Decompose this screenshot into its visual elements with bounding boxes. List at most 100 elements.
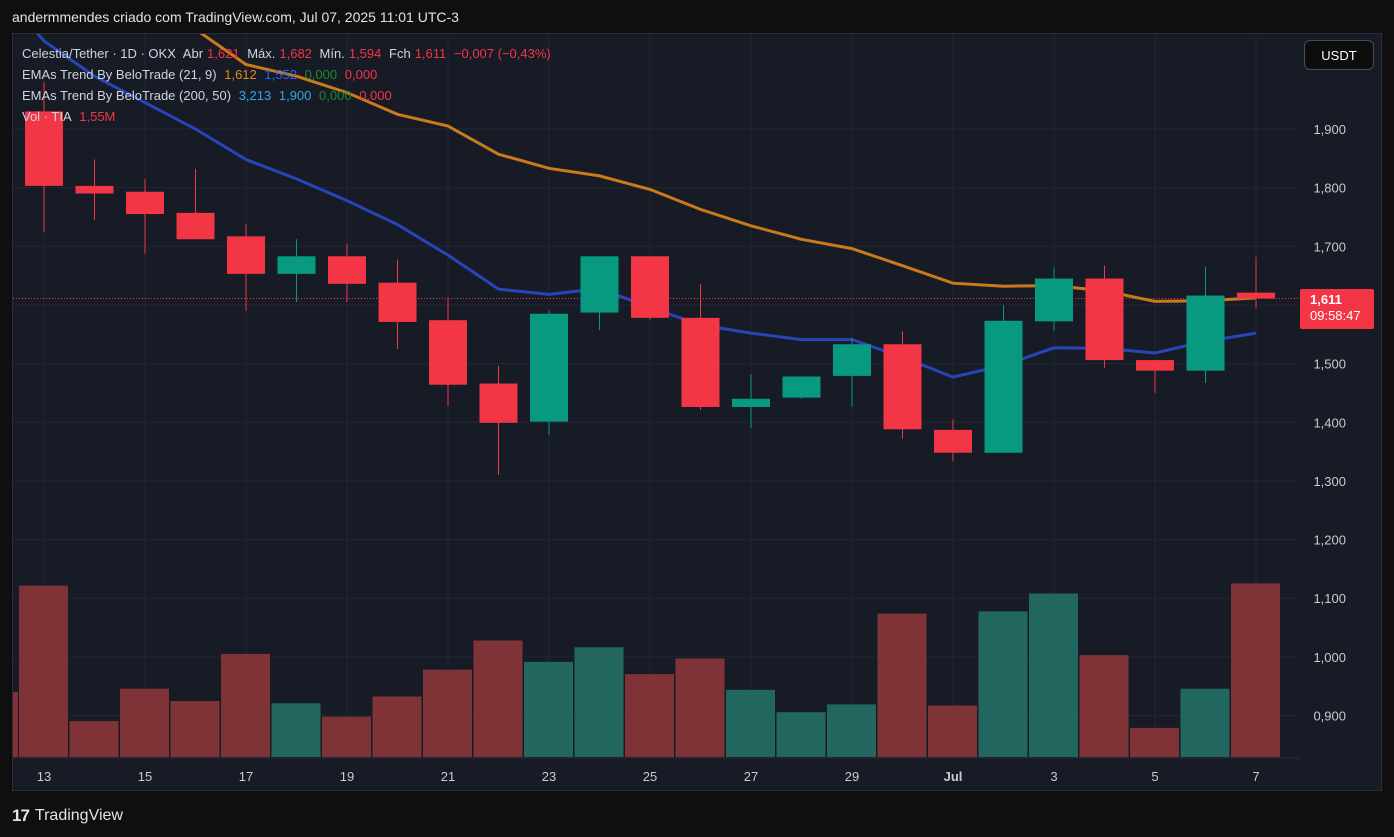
legend-open-label: Abr: [182, 46, 204, 61]
volume-bar: [776, 712, 826, 757]
price-tick-label: 1,000: [1313, 650, 1346, 665]
candle-body: [580, 256, 619, 313]
time-tick-label: 17: [239, 769, 253, 784]
time-tick-label: 23: [542, 769, 556, 784]
candle-body: [1035, 278, 1073, 322]
currency-button[interactable]: USDT: [1304, 40, 1374, 70]
candle-body: [631, 256, 669, 318]
volume-bar: [877, 613, 927, 757]
plot-area[interactable]: [12, 0, 1300, 757]
time-tick-label: 27: [744, 769, 758, 784]
candle-body: [681, 317, 720, 408]
time-tick-label: 29: [845, 769, 859, 784]
candle-body: [934, 429, 972, 453]
volume-bar: [928, 705, 977, 757]
last-price-value: 1,611: [1310, 292, 1342, 307]
legend-symbol: Celestia/Tether · 1D · OKX: [22, 46, 176, 61]
price-tick-label: 1,900: [1313, 122, 1346, 137]
volume-bar: [69, 721, 119, 757]
tradingview-brand: TradingView: [34, 807, 123, 824]
time-tick-label: Jul: [944, 769, 963, 784]
candle-body: [1085, 278, 1124, 361]
volume-bar: [170, 701, 220, 757]
legend-low-value: 1,594: [348, 46, 382, 61]
candle-body: [176, 212, 215, 240]
price-tick-label: 0,900: [1313, 709, 1346, 724]
legend-open-value: 1,621: [207, 46, 240, 61]
volume-bar: [1180, 688, 1230, 757]
volume-bar: [1130, 727, 1179, 757]
legend-high-value: 1,682: [279, 46, 312, 61]
time-tick-label: 3: [1050, 769, 1057, 784]
legend-close-value: 1,611: [414, 46, 447, 61]
legend-ema2-v3: 0,000: [319, 88, 352, 103]
candle-body: [530, 313, 568, 422]
volume-bar: [221, 653, 270, 757]
legend-low-label: Mín.: [319, 46, 345, 61]
volume-bar: [423, 669, 472, 757]
candle-body: [984, 320, 1023, 453]
volume-bar: [13, 692, 18, 757]
volume-bar: [473, 640, 523, 757]
price-chart-svg[interactable]: 1,9001,8001,7001,6001,5001,4001,3001,200…: [0, 0, 1394, 837]
price-tick-label: 1,200: [1313, 533, 1346, 548]
candle-body: [126, 191, 164, 215]
candle-body: [732, 398, 770, 408]
volume-bar: [524, 661, 573, 757]
legend-ema1-v3: 0,000: [304, 67, 338, 82]
tradingview-logo[interactable]: 17 TradingView: [12, 806, 123, 826]
volume-bar: [978, 611, 1028, 757]
volume-bar: [574, 647, 624, 757]
last-price-tag: 1,611 09:58:47: [1300, 289, 1374, 329]
legend-ema1-v4: 0,000: [344, 67, 378, 82]
volume-bar: [625, 674, 674, 757]
volume-bar: [1079, 655, 1129, 757]
legend-ema1-v1: 1,612: [224, 67, 257, 82]
candle-body: [782, 376, 821, 398]
time-tick-label: 19: [340, 769, 354, 784]
time-tick-label: 13: [37, 769, 51, 784]
legend-volume-value: 1,55M: [79, 109, 116, 124]
legend-volume-line[interactable]: Vol · TIA 1,55M: [22, 109, 119, 124]
candle-body: [227, 236, 265, 274]
price-tick-label: 1,700: [1313, 239, 1346, 254]
candle-body: [429, 320, 467, 385]
tradingview-mark-icon: 17: [12, 806, 30, 825]
legend-ema2-v1: 3,213: [238, 88, 272, 103]
legend-symbol-line: Celestia/Tether · 1D · OKX Abr 1,621 Máx.…: [22, 46, 555, 61]
candle-body: [328, 256, 366, 284]
candle-body: [1237, 292, 1275, 299]
volume-bar: [726, 689, 775, 757]
legend-ema1-line[interactable]: EMAs Trend By BeloTrade (21, 9) 1,612 1,…: [22, 67, 381, 82]
ema-fast-line: [35, 34, 1257, 379]
time-tick-label: 15: [138, 769, 152, 784]
time-tick-label: 25: [643, 769, 657, 784]
candle-body: [378, 282, 417, 322]
candle-body: [75, 185, 114, 194]
legend-volume-name: Vol · TIA: [22, 109, 72, 124]
legend-close-label: Fch: [389, 46, 411, 61]
volume-bar: [675, 658, 725, 757]
bar-countdown: 09:58:47: [1310, 308, 1361, 323]
volume-bar: [271, 703, 321, 757]
volume-bar: [19, 585, 68, 757]
legend-ema2-v4: 0,000: [359, 88, 392, 103]
legend-ema2-line[interactable]: EMAs Trend By BeloTrade (200, 50) 3,213 …: [22, 88, 396, 103]
price-tick-label: 1,500: [1313, 357, 1346, 372]
legend-high-label: Máx.: [247, 46, 276, 61]
volume-bar: [1029, 593, 1078, 757]
legend-ema2-v2: 1,900: [278, 88, 312, 103]
volume-bar: [322, 716, 371, 757]
volume-bar: [1231, 583, 1280, 757]
candle-body: [1136, 360, 1174, 371]
legend-ema2-name: EMAs Trend By BeloTrade (200, 50): [22, 88, 232, 103]
candle-body: [833, 344, 871, 376]
time-tick-label: 7: [1252, 769, 1259, 784]
legend-ema1-v2: 1,552: [264, 67, 297, 82]
volume-bar: [827, 704, 876, 757]
price-tick-label: 1,800: [1313, 181, 1346, 196]
volume-bar: [120, 688, 169, 757]
volume-bar: [372, 696, 422, 757]
price-tick-label: 1,100: [1313, 591, 1346, 606]
candle-body: [883, 344, 922, 430]
